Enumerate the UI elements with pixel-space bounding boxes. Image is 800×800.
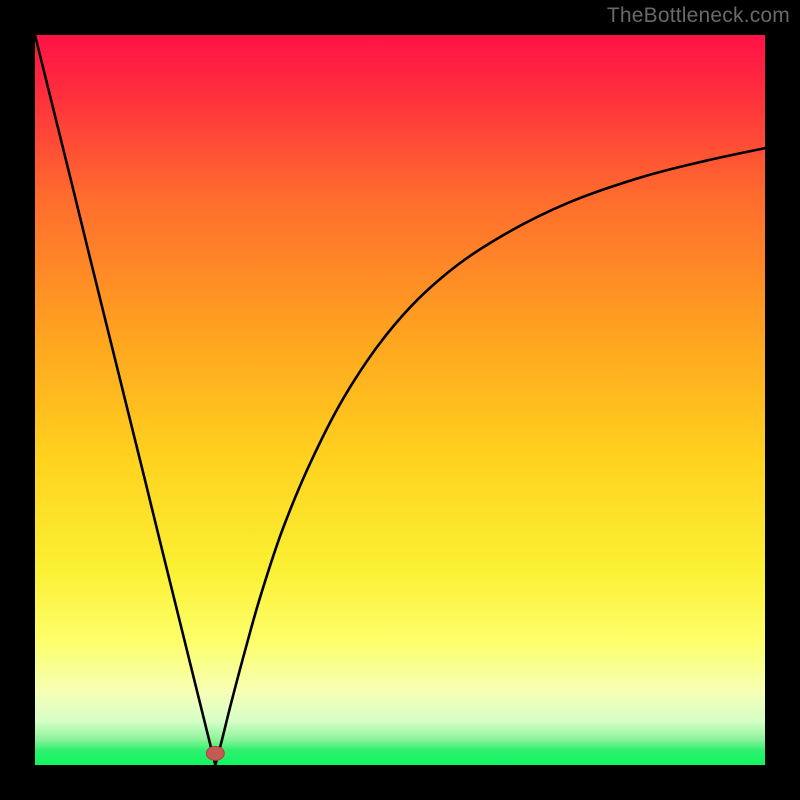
plot-background [35,35,765,765]
optimum-marker [206,746,224,760]
watermark-text: TheBottleneck.com [607,4,790,28]
chart-svg [0,0,800,800]
chart-canvas: TheBottleneck.com [0,0,800,800]
